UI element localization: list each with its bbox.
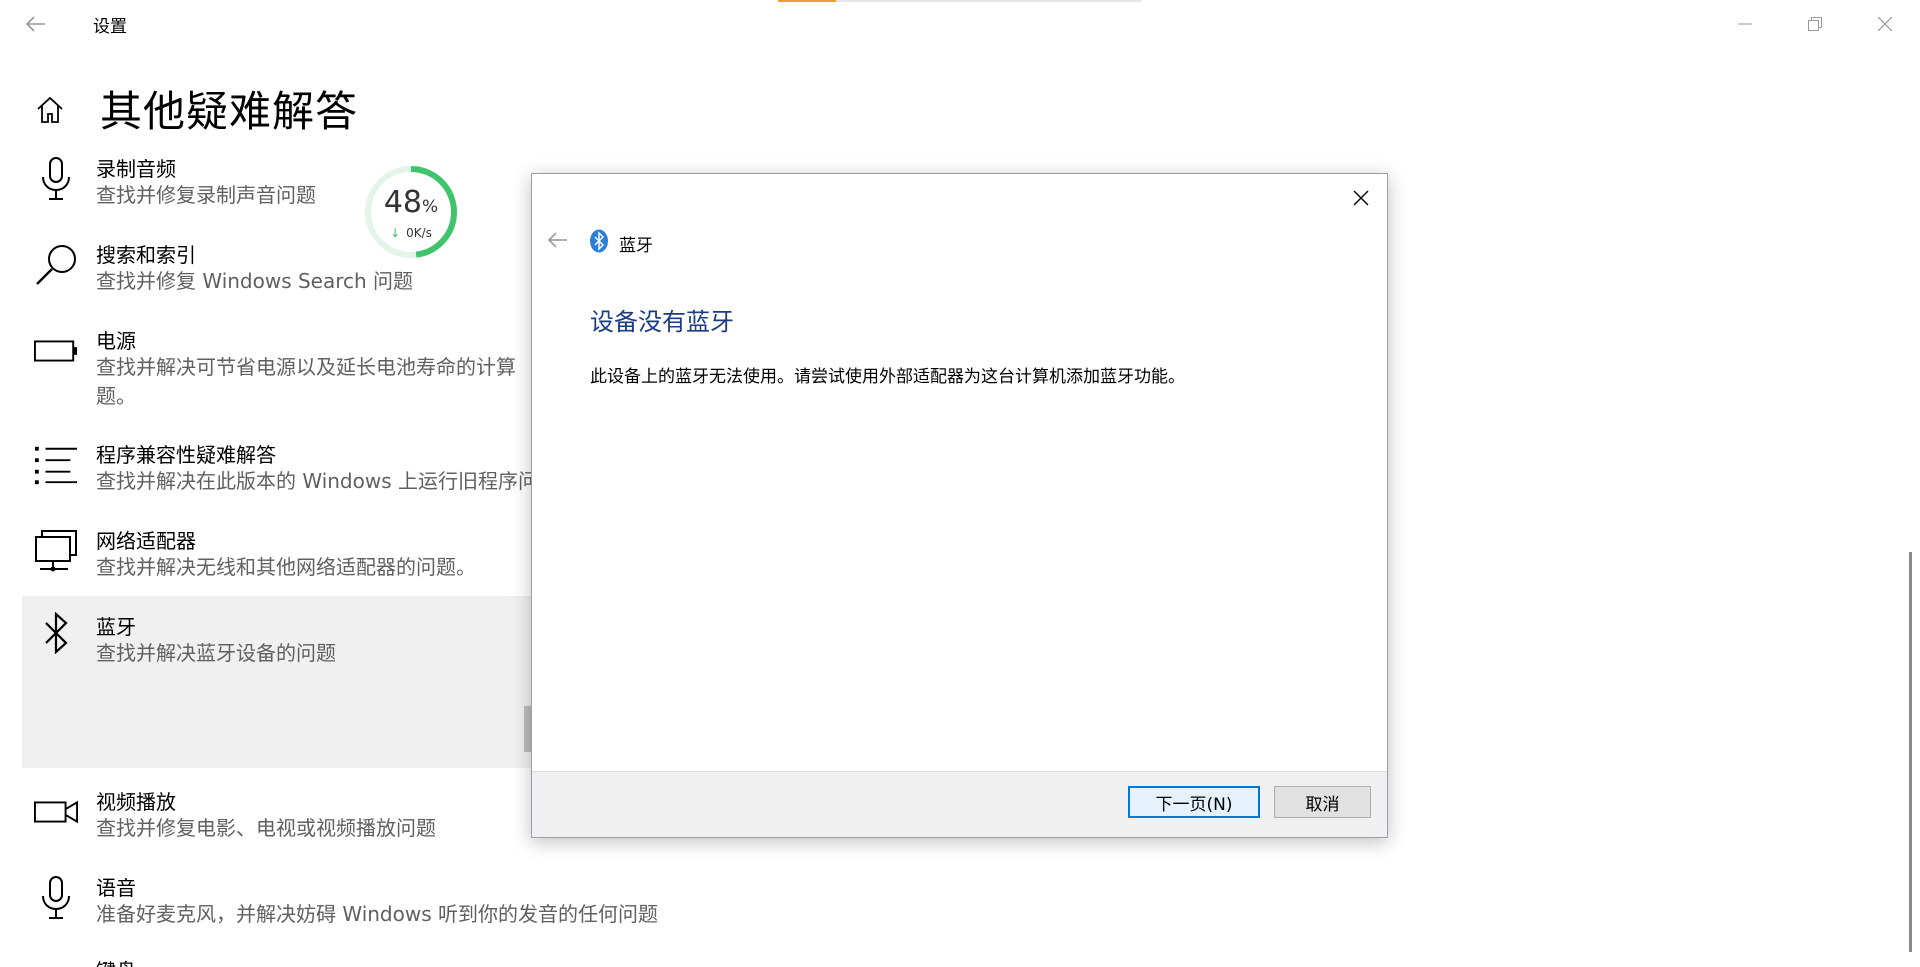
item-description: 查找并修复录制声音问题 (96, 183, 316, 207)
item-description: 查找并修复 Windows Search 问题 (96, 269, 414, 293)
restore-icon (1808, 17, 1822, 31)
gauge-speed-value: 0K/s (406, 226, 432, 240)
home-icon (37, 96, 63, 123)
back-arrow-icon (26, 16, 45, 32)
description-line-1: 查找并解决可节省电源以及延长电池寿命的计算 (96, 355, 516, 379)
progress-strip (778, 0, 1141, 2)
item-title: 键盘 (96, 955, 136, 967)
item-description: 查找并解决无线和其他网络适配器的问题。 (96, 555, 476, 579)
dialog-footer: 下一页(N) 取消 (532, 771, 1387, 837)
microphone-icon (34, 876, 78, 920)
download-arrow-icon: ↓ (390, 226, 401, 240)
window-title: 设置 (93, 17, 127, 37)
list-item-power[interactable]: 电源 查找并解决可节省电源以及延长电池寿命的计算 题。 (22, 325, 532, 425)
keyboard-icon (34, 962, 78, 967)
battery-icon (34, 329, 78, 373)
search-icon (34, 243, 78, 287)
restore-button[interactable] (1792, 8, 1838, 40)
list-item-keyboard[interactable]: 键盘 (22, 955, 532, 967)
gauge-percent-value: 48 (383, 185, 423, 220)
microphone-icon (34, 157, 78, 201)
network-icon (34, 529, 78, 573)
page-scrollbar[interactable] (1909, 552, 1912, 952)
bluetooth-troubleshooter-dialog: 蓝牙 设备没有蓝牙 此设备上的蓝牙无法使用。请尝试使用外部适配器为这台计算机添加… (531, 173, 1388, 838)
item-title: 录制音频 (96, 157, 176, 181)
item-title: 网络适配器 (96, 529, 196, 553)
list-item-program-compatibility[interactable]: 程序兼容性疑难解答 查找并解决在此版本的 Windows 上运行旧程序问 (22, 439, 538, 509)
network-speed-gauge[interactable]: 48% ↓ 0K/s (362, 163, 460, 261)
description-line-2: 题。 (96, 384, 136, 408)
gauge-speed: ↓ 0K/s (362, 226, 460, 240)
item-title: 搜索和索引 (96, 243, 196, 267)
minimize-button[interactable] (1722, 8, 1768, 40)
close-icon (1353, 190, 1369, 206)
list-icon (34, 443, 78, 487)
next-button[interactable]: 下一页(N) (1128, 786, 1260, 818)
list-item-network-adapter[interactable]: 网络适配器 查找并解决无线和其他网络适配器的问题。 (22, 525, 532, 595)
back-button[interactable] (20, 10, 52, 38)
back-arrow-icon (548, 232, 567, 248)
list-item-video-playback[interactable]: 视频播放 查找并修复电影、电视或视频播放问题 (22, 786, 532, 856)
gauge-percent-unit: % (422, 197, 439, 217)
video-camera-icon (34, 790, 78, 834)
dialog-header-label: 蓝牙 (619, 236, 653, 256)
list-scroll-thumb[interactable] (524, 706, 531, 752)
item-title: 蓝牙 (96, 615, 136, 639)
item-description: 查找并解决在此版本的 Windows 上运行旧程序问 (96, 469, 538, 493)
item-description: 查找并修复电影、电视或视频播放问题 (96, 816, 436, 840)
dialog-back-button[interactable] (542, 226, 574, 254)
title-bar: 设置 (0, 0, 1920, 48)
cancel-button[interactable]: 取消 (1274, 786, 1371, 818)
item-title: 语音 (96, 876, 136, 900)
list-item-speech[interactable]: 语音 准备好麦克风，并解决妨碍 Windows 听到你的发音的任何问题 (22, 872, 722, 942)
item-description: 查找并解决蓝牙设备的问题 (96, 641, 336, 665)
list-item-bluetooth[interactable]: 蓝牙 查找并解决蓝牙设备的问题 (22, 596, 532, 768)
item-title: 电源 (96, 329, 136, 353)
home-button[interactable] (34, 94, 66, 126)
dialog-message: 此设备上的蓝牙无法使用。请尝试使用外部适配器为这台计算机添加蓝牙功能。 (590, 367, 1185, 387)
close-button[interactable] (1862, 8, 1908, 40)
close-icon (1878, 17, 1892, 31)
progress-strip-fill (778, 0, 837, 2)
item-description: 查找并解决可节省电源以及延长电池寿命的计算 题。 (96, 353, 516, 411)
item-title: 视频播放 (96, 790, 176, 814)
bluetooth-icon (589, 229, 609, 253)
gauge-percent: 48% (362, 185, 460, 220)
item-description: 准备好麦克风，并解决妨碍 Windows 听到你的发音的任何问题 (96, 902, 658, 926)
minimize-icon (1738, 23, 1752, 25)
page-title: 其他疑难解答 (100, 87, 359, 136)
dialog-close-button[interactable] (1345, 182, 1377, 214)
bluetooth-icon (34, 611, 78, 655)
item-title: 程序兼容性疑难解答 (96, 443, 276, 467)
dialog-heading: 设备没有蓝牙 (590, 308, 734, 336)
